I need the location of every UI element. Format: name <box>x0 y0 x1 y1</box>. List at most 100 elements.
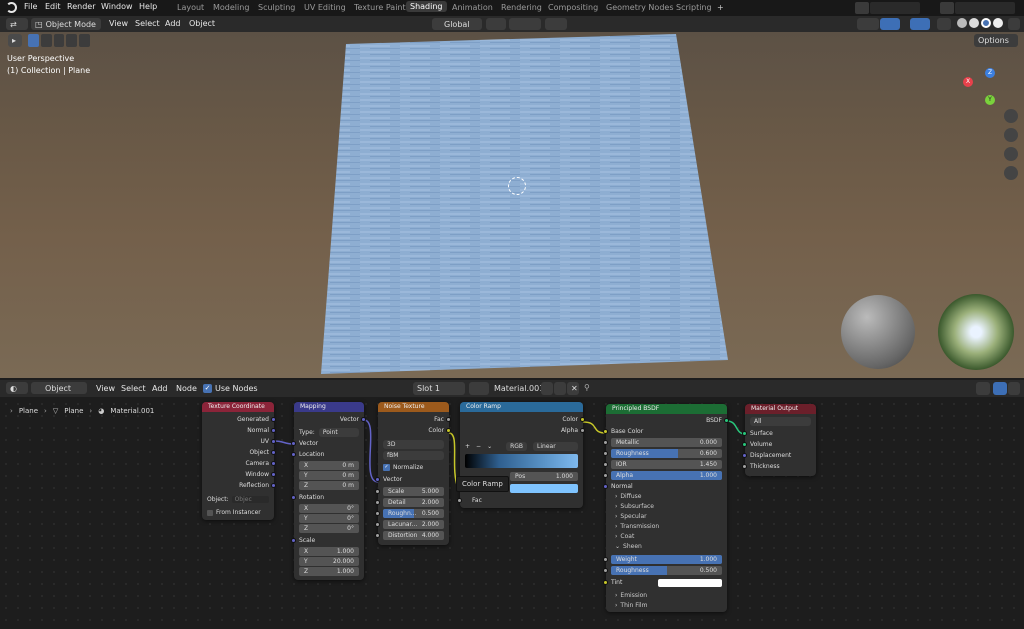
socket-vector-in[interactable] <box>291 441 296 446</box>
xray-icon[interactable] <box>937 18 951 30</box>
socket-location[interactable] <box>291 452 296 457</box>
socket-roughness[interactable] <box>375 511 380 516</box>
socket-generated[interactable] <box>271 417 276 422</box>
menu-file[interactable]: File <box>24 2 37 11</box>
shading-wire-icon[interactable] <box>957 18 967 28</box>
socket-fac[interactable] <box>457 498 462 503</box>
dimensions-dropdown[interactable]: 3D <box>383 440 444 449</box>
vp-menu-select[interactable]: Select <box>135 19 160 28</box>
color-ramp-gradient[interactable] <box>465 454 578 468</box>
location-z-field[interactable]: Z 0 m <box>299 481 359 490</box>
blender-logo-icon[interactable] <box>6 2 17 13</box>
roughness-slider[interactable]: Roughness 0.600 <box>611 449 722 458</box>
editor-type-icon[interactable]: ⇄ <box>6 18 28 30</box>
node-menu-node[interactable]: Node <box>176 384 197 393</box>
gizmo-z-axis[interactable]: Z <box>985 68 995 78</box>
interpolation-dropdown[interactable]: Linear <box>533 442 578 451</box>
basis-dropdown[interactable]: fBM <box>383 451 444 460</box>
socket-detail[interactable] <box>375 500 380 505</box>
target-dropdown[interactable]: All <box>750 417 811 426</box>
panel-sheen[interactable]: ⌄ Sheen <box>611 542 722 551</box>
node-title[interactable]: Color Ramp <box>460 402 583 412</box>
object-field[interactable]: Objec <box>231 496 269 503</box>
node-title[interactable]: Texture Coordinate <box>202 402 274 412</box>
position-field[interactable]: Pos 1.000 <box>510 472 578 481</box>
node-menu-select[interactable]: Select <box>121 384 146 393</box>
vp-menu-object[interactable]: Object <box>189 19 215 28</box>
socket-reflection[interactable] <box>271 483 276 488</box>
material-browse-icon[interactable] <box>469 382 489 395</box>
principled-bsdf-node[interactable]: Principled BSDF BSDF Base Color Metallic… <box>603 404 729 612</box>
tab-shading[interactable]: Shading <box>406 1 447 12</box>
distortion-field[interactable]: Distortion 4.000 <box>383 531 444 540</box>
gizmo-y-axis[interactable]: Y <box>985 95 995 105</box>
noise-texture-node[interactable]: Noise Texture Fac Color 3D fBM ✓ Normali… <box>375 402 451 545</box>
grid-view-icon[interactable] <box>1004 166 1018 180</box>
node-overlay-icon[interactable] <box>993 382 1007 395</box>
socket-scale[interactable] <box>375 489 380 494</box>
node-title[interactable]: Mapping <box>294 402 364 412</box>
socket-sheen-weight[interactable] <box>603 557 608 562</box>
material-output-node[interactable]: Material Output All Surface Volume Displ… <box>742 404 816 476</box>
panel-transmission[interactable]: › Transmission <box>611 522 722 531</box>
visibility-icon[interactable] <box>857 18 879 30</box>
tab-animation[interactable]: Animation <box>448 2 497 13</box>
node-overlay-options-icon[interactable] <box>1008 382 1020 395</box>
socket-normal[interactable] <box>603 484 608 489</box>
socket-tint[interactable] <box>603 580 608 585</box>
socket-sheen-roughness[interactable] <box>603 568 608 573</box>
socket-roughness[interactable] <box>603 451 608 456</box>
socket-metallic[interactable] <box>603 440 608 445</box>
orientation-dropdown[interactable]: Global <box>432 18 482 30</box>
node-title[interactable]: Noise Texture <box>378 402 449 412</box>
color-mode-dropdown[interactable]: RGB <box>506 442 528 451</box>
sheen-weight-slider[interactable]: Weight 1.000 <box>611 555 722 564</box>
proportional-edit-icon[interactable] <box>545 18 567 30</box>
panel-coat[interactable]: › Coat <box>611 532 722 541</box>
view-layer-icon[interactable] <box>940 2 954 14</box>
shader-type-dropdown[interactable]: Object <box>31 382 87 394</box>
vp-menu-view[interactable]: View <box>109 19 128 28</box>
tab-rendering[interactable]: Rendering <box>497 2 546 13</box>
mapping-node[interactable]: Mapping Vector Type: Point Vector Locatio… <box>291 402 366 580</box>
socket-lacunarity[interactable] <box>375 522 380 527</box>
3d-cursor-icon[interactable] <box>508 177 526 195</box>
socket-ior[interactable] <box>603 462 608 467</box>
tab-layout[interactable]: Layout <box>173 2 208 13</box>
socket-displacement[interactable] <box>742 453 747 458</box>
scene-field[interactable] <box>870 2 920 14</box>
add-stop-icon[interactable]: + <box>465 443 470 450</box>
remove-stop-icon[interactable]: − <box>476 443 481 450</box>
socket-object[interactable] <box>271 450 276 455</box>
socket-camera[interactable] <box>271 461 276 466</box>
scale-y-field[interactable]: Y 20.000 <box>299 557 359 566</box>
scene-icon[interactable] <box>855 2 869 14</box>
socket-alpha[interactable] <box>603 473 608 478</box>
menu-help[interactable]: Help <box>139 2 157 11</box>
panel-specular[interactable]: › Specular <box>611 512 722 521</box>
shading-solid-icon[interactable] <box>969 18 979 28</box>
node-title[interactable]: Principled BSDF <box>606 404 727 414</box>
camera-icon[interactable] <box>1004 147 1018 161</box>
shading-rendered-icon[interactable] <box>993 18 1003 28</box>
use-nodes-checkbox[interactable]: ✓ <box>203 384 212 393</box>
from-instancer-checkbox[interactable] <box>207 509 213 516</box>
scale-field[interactable]: Scale 5.000 <box>383 487 444 496</box>
tint-swatch[interactable] <box>658 578 722 587</box>
unlink-material-icon[interactable]: ✕ <box>567 382 579 395</box>
panel-emission[interactable]: › Emission <box>611 591 722 600</box>
tab-uv-editing[interactable]: UV Editing <box>300 2 350 13</box>
3d-viewport[interactable]: ▸ User Perspective (1) Collection | Plan… <box>0 32 1024 378</box>
gizmo-toggle-icon[interactable] <box>880 18 900 30</box>
material-name-field[interactable]: Material.001 <box>490 382 544 395</box>
tab-sculpting[interactable]: Sculpting <box>254 2 299 13</box>
scale-x-field[interactable]: X 1.000 <box>299 547 359 556</box>
lacunarity-field[interactable]: Lacunar... 2.000 <box>383 520 444 529</box>
tab-scripting[interactable]: Scripting <box>672 2 716 13</box>
duplicate-material-icon[interactable] <box>554 382 566 395</box>
socket-color[interactable] <box>580 417 585 422</box>
zoom-icon[interactable] <box>1004 109 1018 123</box>
normalize-checkbox[interactable]: ✓ <box>383 464 390 471</box>
socket-alpha[interactable] <box>580 428 585 433</box>
tab-geometry-nodes[interactable]: Geometry Nodes <box>602 2 677 13</box>
